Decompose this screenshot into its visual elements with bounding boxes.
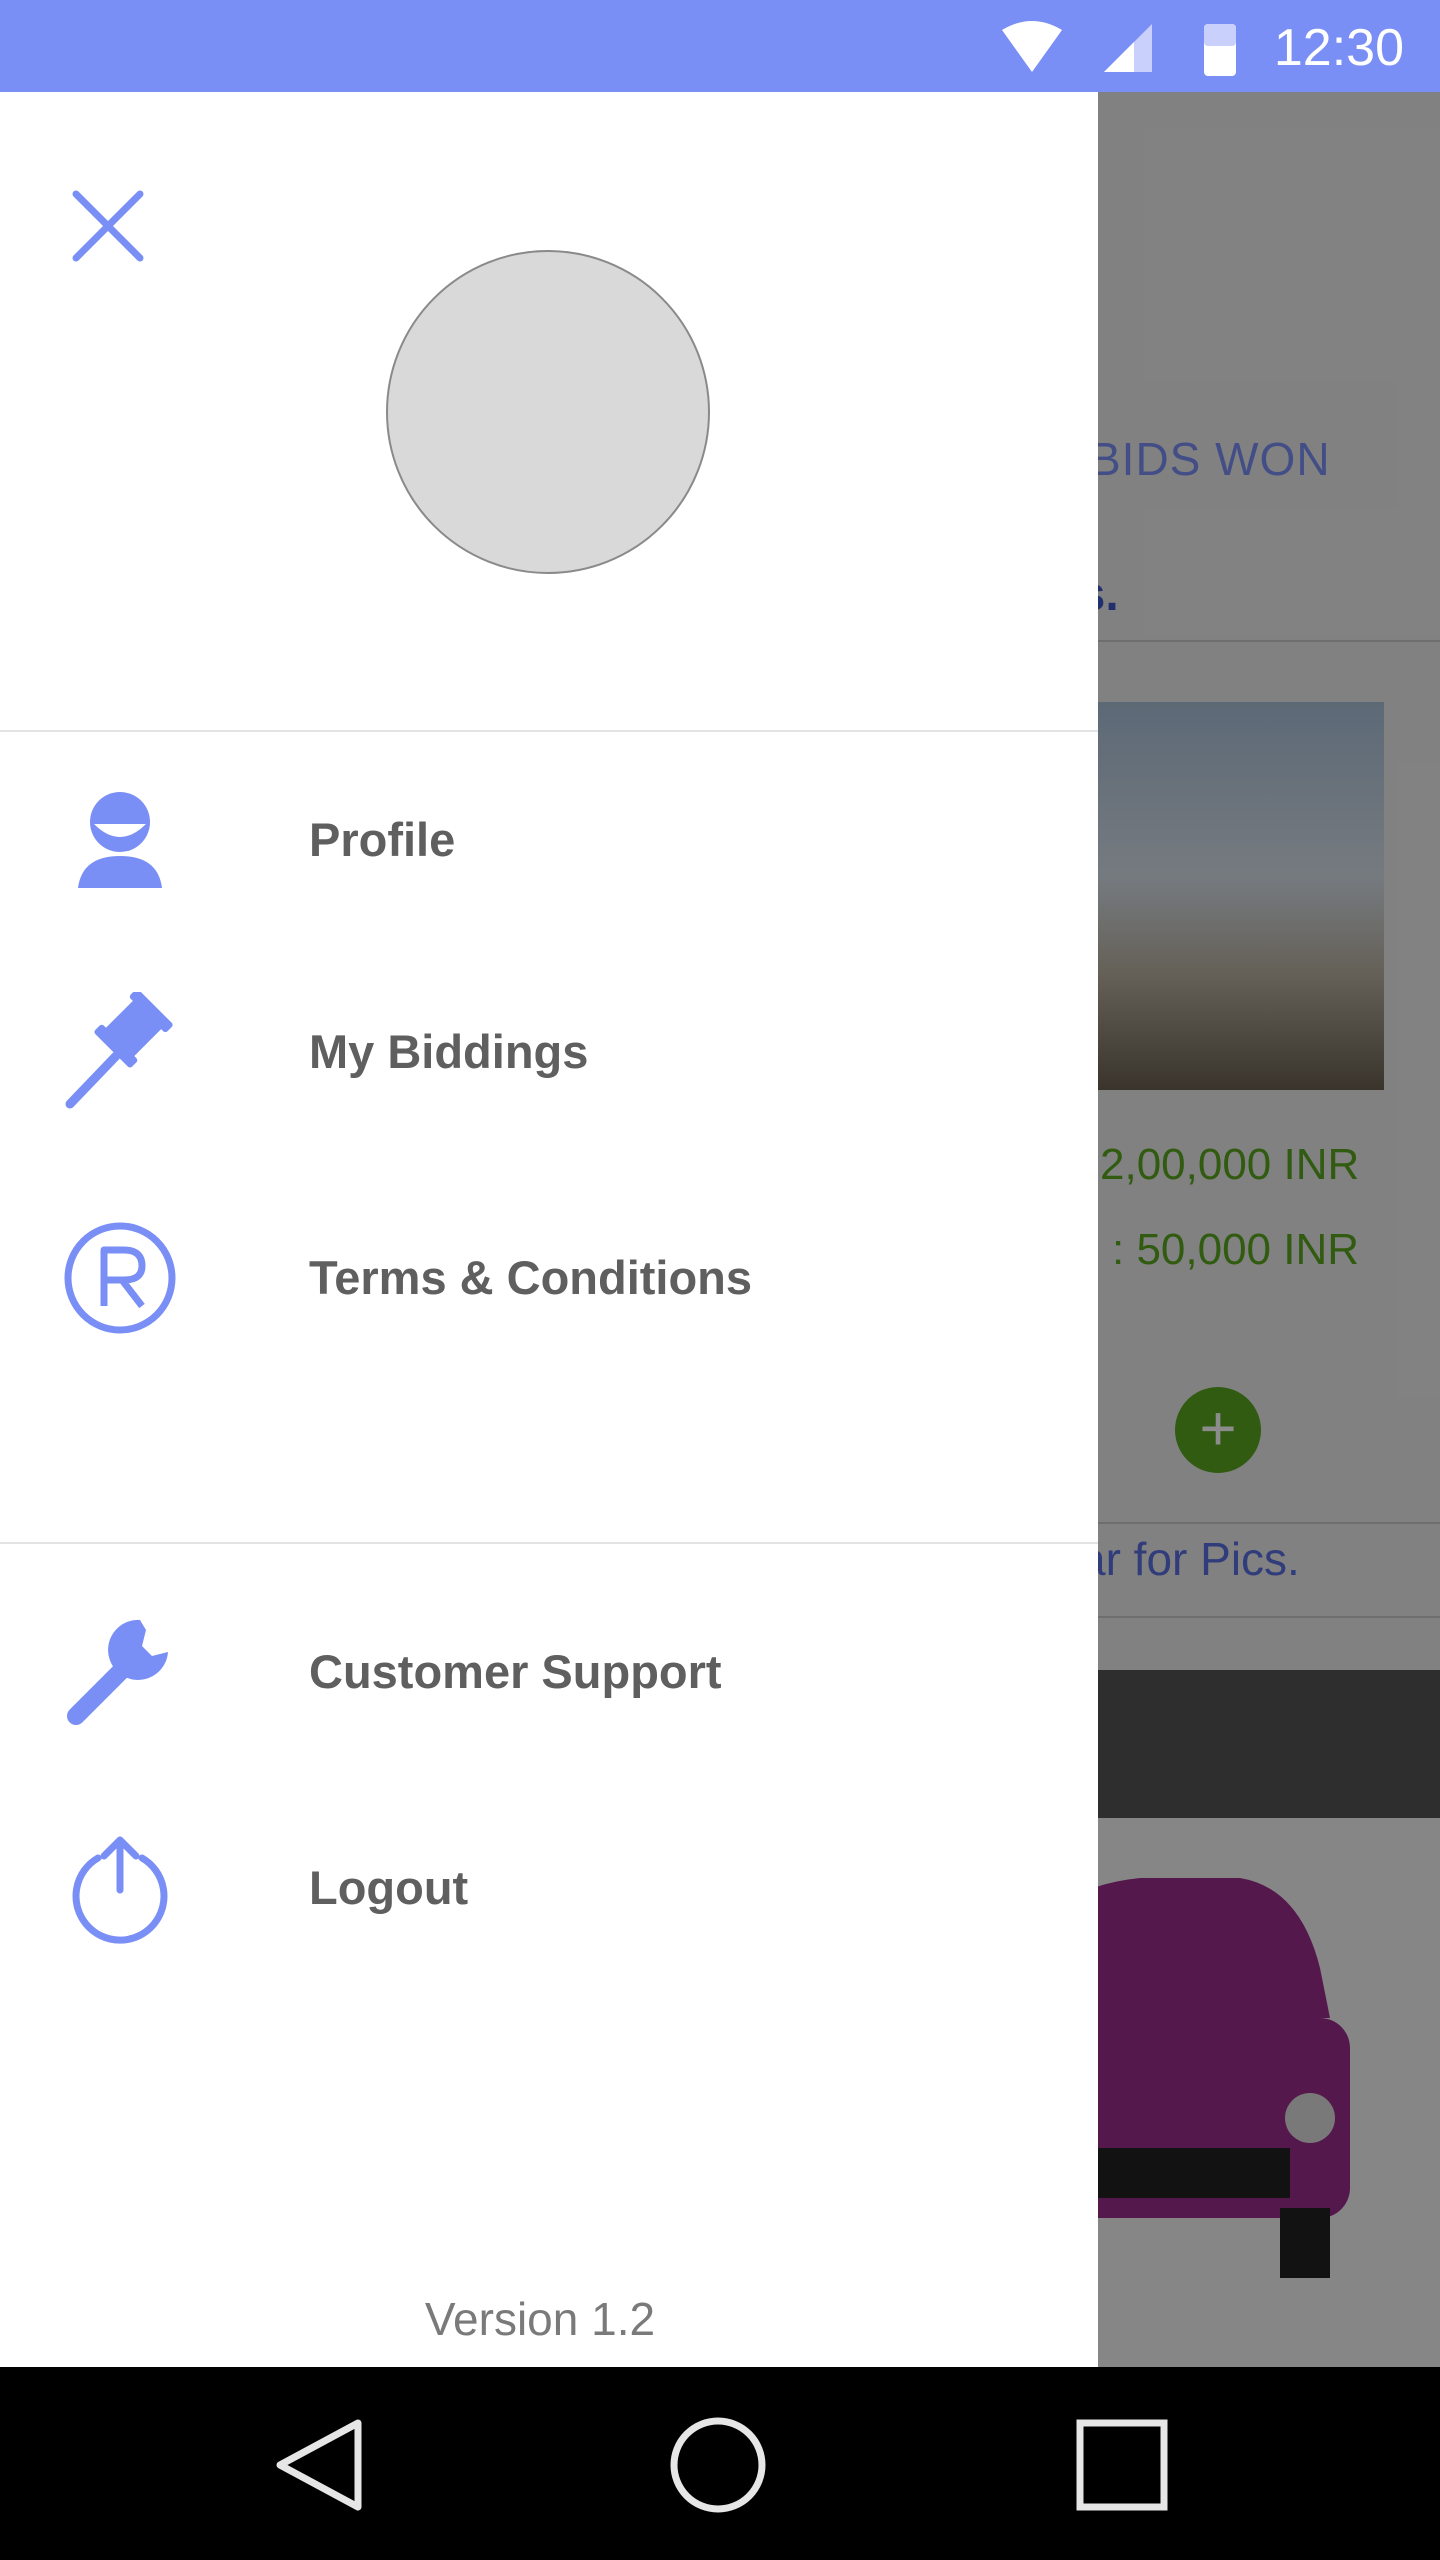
menu-item-label: Customer Support [309,1645,722,1698]
power-icon [72,1836,168,1944]
registered-icon [64,1222,176,1334]
avatar[interactable] [386,250,710,574]
person-icon [78,792,162,888]
divider [0,1542,1098,1544]
signal-icon [1104,24,1152,72]
menu-item-my-biddings[interactable]: My Biddings [0,972,1098,1132]
close-icon[interactable] [70,188,146,264]
divider [0,730,1098,732]
menu-item-customer-support[interactable]: Customer Support [0,1592,1098,1752]
version-text: Version 1.2 [424,2293,656,2345]
menu-item-terms[interactable]: Terms & Conditions [0,1198,1098,1358]
menu-item-label: Terms & Conditions [309,1251,753,1304]
navigation-drawer: Profile My Biddings Terms & Conditions C… [0,92,1098,2367]
menu-item-logout[interactable]: Logout [0,1808,1098,1968]
status-time: 12:30 [1273,19,1404,77]
home-icon[interactable] [668,2415,768,2515]
menu-item-label: Profile [309,813,456,866]
back-icon[interactable] [270,2415,370,2515]
wrench-icon [67,1619,168,1725]
system-nav-bar [0,2367,1440,2560]
recents-icon[interactable] [1072,2415,1172,2515]
battery-icon [1204,24,1236,76]
menu-item-label: My Biddings [309,1025,589,1078]
status-bar: 12:30 [0,0,1440,92]
gavel-icon [65,992,173,1109]
menu-item-profile[interactable]: Profile [0,760,1098,920]
wifi-icon [1002,21,1062,72]
menu-item-label: Logout [309,1861,469,1914]
